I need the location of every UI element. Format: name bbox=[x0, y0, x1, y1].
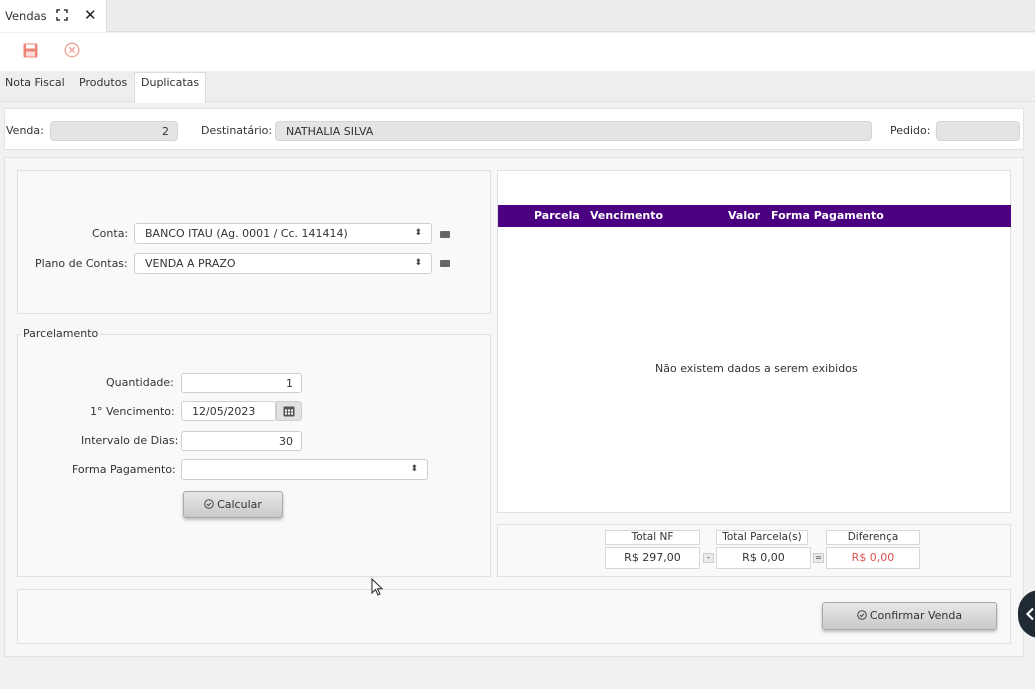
column-vencimento[interactable]: Vencimento bbox=[590, 209, 663, 222]
chevron-left-icon bbox=[1025, 607, 1034, 621]
window-title: Vendas bbox=[5, 9, 47, 23]
calcular-button[interactable]: Calcular bbox=[183, 491, 283, 518]
quantidade-input[interactable]: 1 bbox=[181, 373, 302, 393]
pedido-field[interactable] bbox=[936, 121, 1020, 141]
window-title-bar bbox=[0, 0, 1035, 32]
check-circle-icon bbox=[857, 610, 867, 620]
select-arrows-icon: ⬍ bbox=[414, 258, 422, 268]
confirmar-venda-label: Confirmar Venda bbox=[869, 609, 963, 622]
forma-pagamento-label: Forma Pagamento: bbox=[72, 463, 176, 476]
vencimento-label: 1° Vencimento: bbox=[90, 405, 175, 418]
intervalo-input[interactable]: 30 bbox=[181, 431, 302, 451]
parcelamento-legend: Parcelamento bbox=[21, 327, 101, 340]
conta-select[interactable]: BANCO ITAU (Ag. 0001 / Cc. 141414) ⬍ bbox=[134, 223, 432, 244]
tab-nota-fiscal[interactable]: Nota Fiscal bbox=[5, 76, 65, 89]
calendar-button[interactable] bbox=[276, 401, 302, 421]
calcular-label: Calcular bbox=[217, 498, 262, 511]
plano-select[interactable]: VENDA A PRAZO ⬍ bbox=[134, 253, 432, 274]
total-nf-value: R$ 297,00 bbox=[605, 547, 700, 569]
grid-empty-message: Não existem dados a serem exibidos bbox=[655, 362, 858, 375]
column-valor[interactable]: Valor bbox=[728, 209, 760, 222]
plano-label: Plano de Contas: bbox=[35, 257, 128, 270]
parcelamento-box bbox=[17, 334, 491, 577]
toolbar bbox=[0, 33, 1035, 71]
confirmar-venda-button[interactable]: Confirmar Venda bbox=[822, 602, 997, 630]
tab-duplicatas[interactable]: Duplicatas bbox=[141, 76, 199, 89]
quantidade-label: Quantidade: bbox=[106, 376, 174, 389]
diferenca-value: R$ 0,00 bbox=[826, 547, 920, 569]
pedido-label: Pedido: bbox=[890, 124, 931, 137]
diferenca-label: Diferença bbox=[826, 530, 920, 545]
conta-lookup-icon[interactable] bbox=[440, 231, 450, 238]
tab-produtos[interactable]: Produtos bbox=[79, 76, 127, 89]
destinatario-field[interactable]: NATHALIA SILVA bbox=[275, 121, 872, 141]
total-nf-label: Total NF bbox=[605, 530, 700, 545]
plano-select-value: VENDA A PRAZO bbox=[145, 257, 236, 270]
minus-sign: - bbox=[703, 553, 714, 563]
forma-pagamento-select[interactable]: ⬍ bbox=[181, 459, 428, 480]
intervalo-label: Intervalo de Dias: bbox=[81, 434, 179, 447]
select-arrows-icon: ⬍ bbox=[410, 464, 418, 474]
conta-label: Conta: bbox=[92, 227, 129, 240]
cancel-icon[interactable] bbox=[64, 42, 80, 58]
column-parcela[interactable]: Parcela bbox=[534, 209, 580, 222]
close-icon[interactable]: ✕ bbox=[84, 6, 97, 24]
conta-select-value: BANCO ITAU (Ag. 0001 / Cc. 141414) bbox=[145, 227, 348, 240]
total-parcelas-label: Total Parcela(s) bbox=[716, 530, 808, 545]
select-arrows-icon: ⬍ bbox=[414, 228, 422, 238]
venda-label: Venda: bbox=[6, 124, 44, 137]
check-circle-icon bbox=[204, 499, 214, 509]
mouse-cursor-icon bbox=[371, 578, 383, 596]
plano-lookup-icon[interactable] bbox=[440, 260, 450, 267]
column-forma-pagamento[interactable]: Forma Pagamento bbox=[771, 209, 884, 222]
calendar-icon bbox=[283, 406, 295, 417]
venda-field[interactable]: 2 bbox=[50, 121, 178, 141]
equals-sign: = bbox=[813, 553, 824, 563]
save-icon[interactable] bbox=[23, 43, 38, 58]
expand-icon[interactable] bbox=[56, 9, 68, 21]
destinatario-label: Destinatário: bbox=[201, 124, 273, 137]
vencimento-input[interactable]: 12/05/2023 bbox=[181, 401, 276, 421]
total-parcelas-value: R$ 0,00 bbox=[716, 547, 811, 569]
